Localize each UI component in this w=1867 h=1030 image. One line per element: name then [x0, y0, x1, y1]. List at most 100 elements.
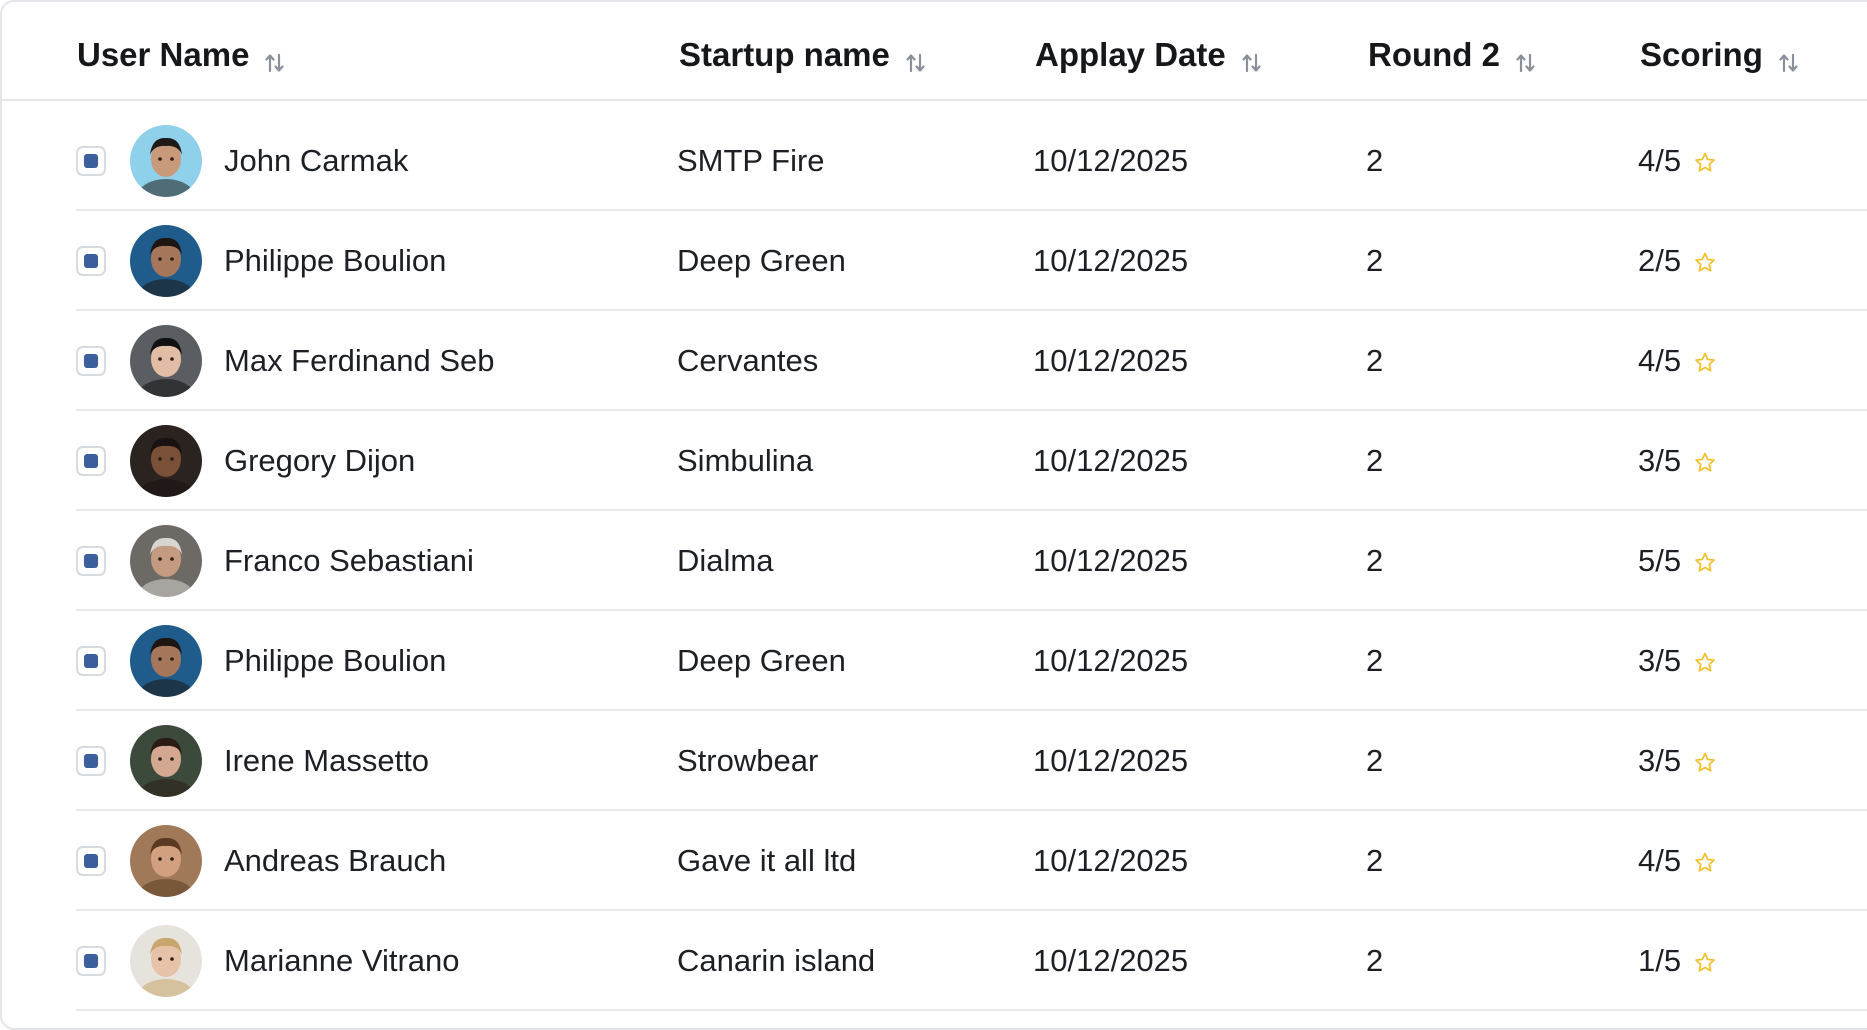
user-name[interactable]: John Carmak	[224, 111, 408, 211]
row-checkbox[interactable]	[76, 446, 106, 476]
avatar	[130, 525, 202, 597]
column-header-apply-date[interactable]: Applay Date	[1035, 30, 1262, 80]
avatar	[130, 225, 202, 297]
apply-date: 10/12/2025	[1033, 843, 1189, 878]
round-value: 2	[1366, 443, 1384, 478]
table-row[interactable]: Andreas Brauch Gave it all ltd 10/12/2025 2…	[76, 811, 1867, 911]
star-icon[interactable]	[1693, 147, 1717, 172]
score-value: 3/5	[1638, 443, 1682, 478]
avatar	[130, 325, 202, 397]
round-value: 2	[1366, 343, 1384, 378]
table-row[interactable]: Gregory Dijon Simbulina 10/12/2025 2 3/5	[76, 411, 1867, 511]
startup-name: Simbulina	[677, 443, 814, 478]
checkbox-check-mark	[84, 854, 98, 868]
column-header-label: Applay Date	[1035, 36, 1226, 73]
checkbox-check-mark	[84, 554, 98, 568]
score-value: 4/5	[1638, 143, 1682, 178]
checkbox-check-mark	[84, 754, 98, 768]
sort-arrows-icon[interactable]	[1516, 45, 1536, 73]
score-value: 5/5	[1638, 543, 1682, 578]
apply-date: 10/12/2025	[1033, 943, 1189, 978]
star-icon[interactable]	[1693, 547, 1717, 572]
sort-arrows-icon[interactable]	[1779, 45, 1799, 73]
score-value: 2/5	[1638, 243, 1682, 278]
avatar	[130, 725, 202, 797]
sort-arrows-icon[interactable]	[1242, 45, 1262, 73]
score-value: 1/5	[1638, 943, 1682, 978]
row-checkbox[interactable]	[76, 646, 106, 676]
column-header-startup-name[interactable]: Startup name	[679, 30, 926, 80]
column-header-label: Scoring	[1640, 36, 1763, 73]
star-icon[interactable]	[1693, 847, 1717, 872]
star-icon[interactable]	[1693, 247, 1717, 272]
star-icon[interactable]	[1693, 447, 1717, 472]
table-row[interactable]: Marianne Vitrano Canarin island 10/12/2025…	[76, 911, 1867, 1011]
round-value: 2	[1366, 143, 1384, 178]
checkbox-check-mark	[84, 354, 98, 368]
row-checkbox[interactable]	[76, 246, 106, 276]
table-row[interactable]: John Carmak SMTP Fire 10/12/2025 2 4/5	[76, 111, 1867, 211]
star-icon[interactable]	[1693, 347, 1717, 372]
user-name[interactable]: Franco Sebastiani	[224, 511, 474, 611]
row-checkbox[interactable]	[76, 346, 106, 376]
column-header-label: User Name	[77, 36, 250, 73]
column-header-user-name[interactable]: User Name	[77, 30, 285, 80]
checkbox-check-mark	[84, 254, 98, 268]
table-row[interactable]: Philippe Boulion Deep Green 10/12/2025 2 3/5	[76, 611, 1867, 711]
scoring-cell: 4/5	[1638, 111, 1717, 211]
startup-name: Canarin island	[677, 943, 876, 978]
score-value: 4/5	[1638, 843, 1682, 878]
star-icon[interactable]	[1693, 947, 1717, 972]
sort-arrows-icon[interactable]	[265, 45, 285, 73]
scoring-cell: 3/5	[1638, 411, 1717, 511]
user-name[interactable]: Andreas Brauch	[224, 811, 446, 911]
table-row[interactable]: Irene Massetto Strowbear 10/12/2025 2 3/5	[76, 711, 1867, 811]
startup-name: SMTP Fire	[677, 143, 825, 178]
apply-date: 10/12/2025	[1033, 143, 1189, 178]
score-value: 4/5	[1638, 343, 1682, 378]
user-name[interactable]: Irene Massetto	[224, 711, 429, 811]
checkbox-check-mark	[84, 154, 98, 168]
star-icon[interactable]	[1693, 647, 1717, 672]
column-header-label: Round 2	[1368, 36, 1500, 73]
round-value: 2	[1366, 943, 1384, 978]
apply-date: 10/12/2025	[1033, 543, 1189, 578]
startup-name: Deep Green	[677, 243, 846, 278]
checkbox-check-mark	[84, 654, 98, 668]
user-name[interactable]: Max Ferdinand Seb	[224, 311, 495, 411]
row-checkbox[interactable]	[76, 746, 106, 776]
row-checkbox[interactable]	[76, 846, 106, 876]
avatar	[130, 625, 202, 697]
table-row[interactable]: Max Ferdinand Seb Cervantes 10/12/2025 2 4/5	[76, 311, 1867, 411]
score-value: 3/5	[1638, 643, 1682, 678]
column-header-label: Startup name	[679, 36, 890, 73]
table-row[interactable]: Franco Sebastiani Dialma 10/12/2025 2 5/5	[76, 511, 1867, 611]
column-header-scoring[interactable]: Scoring	[1640, 30, 1799, 80]
row-checkbox[interactable]	[76, 146, 106, 176]
scoring-cell: 5/5	[1638, 511, 1717, 611]
row-checkbox[interactable]	[76, 946, 106, 976]
avatar	[130, 825, 202, 897]
round-value: 2	[1366, 543, 1384, 578]
user-name[interactable]: Philippe Boulion	[224, 611, 446, 711]
row-checkbox[interactable]	[76, 546, 106, 576]
user-name[interactable]: Marianne Vitrano	[224, 911, 460, 1011]
avatar	[130, 125, 202, 197]
startup-name: Strowbear	[677, 743, 819, 778]
scoring-cell: 4/5	[1638, 311, 1717, 411]
avatar	[130, 925, 202, 997]
scoring-cell: 3/5	[1638, 611, 1717, 711]
user-name[interactable]: Philippe Boulion	[224, 211, 446, 311]
startup-name: Dialma	[677, 543, 774, 578]
user-name[interactable]: Gregory Dijon	[224, 411, 415, 511]
apply-date: 10/12/2025	[1033, 743, 1189, 778]
scoring-cell: 1/5	[1638, 911, 1717, 1011]
startup-name: Deep Green	[677, 643, 846, 678]
round-value: 2	[1366, 243, 1384, 278]
startup-name: Gave it all ltd	[677, 843, 857, 878]
sort-arrows-icon[interactable]	[906, 45, 926, 73]
apply-date: 10/12/2025	[1033, 343, 1189, 378]
star-icon[interactable]	[1693, 747, 1717, 772]
column-header-round-2[interactable]: Round 2	[1368, 30, 1536, 80]
table-row[interactable]: Philippe Boulion Deep Green 10/12/2025 2 2/5	[76, 211, 1867, 311]
